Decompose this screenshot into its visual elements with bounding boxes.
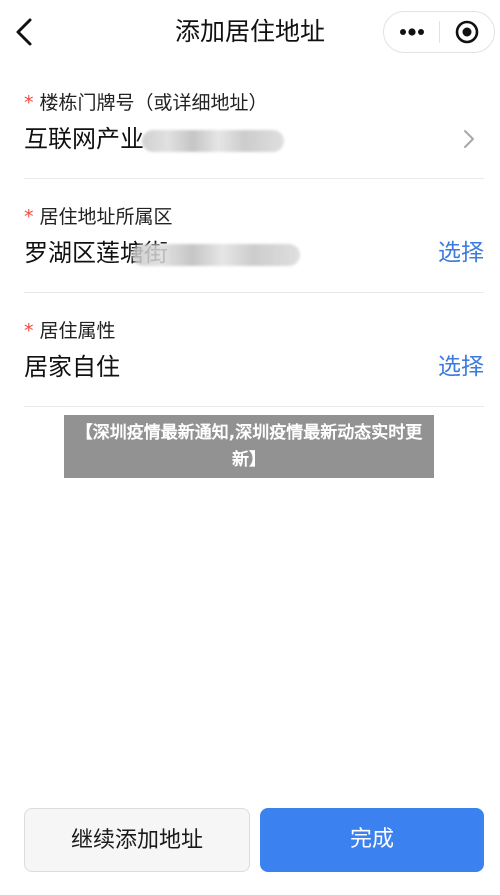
done-button[interactable]: 完成: [260, 808, 484, 872]
residence-type-value: 居家自住: [24, 353, 120, 381]
divider: [24, 406, 484, 407]
more-dots-icon[interactable]: [395, 21, 429, 43]
address-detail-value: 互联网产业: [24, 125, 144, 153]
redacted-text: [142, 130, 284, 152]
district-field[interactable]: * 居住地址所属区 罗湖区莲塘街 选择: [24, 198, 484, 293]
target-icon[interactable]: [454, 19, 480, 45]
mini-program-capsule: [383, 11, 495, 53]
residence-type-label: * 居住属性: [24, 320, 116, 342]
address-detail-label: * 楼栋门牌号（或详细地址）: [24, 92, 268, 114]
required-mark: *: [24, 206, 34, 228]
select-district-button[interactable]: 选择: [438, 236, 484, 270]
address-detail-field[interactable]: * 楼栋门牌号（或详细地址） 互联网产业: [24, 84, 484, 179]
required-mark: *: [24, 320, 34, 342]
residence-type-field[interactable]: * 居住属性 居家自住 选择: [24, 312, 484, 407]
chevron-right-icon[interactable]: [462, 128, 476, 150]
navigation-bar: 添加居住地址: [0, 0, 500, 64]
overlay-banner: 【深圳疫情最新通知,深圳疫情最新动态实时更新】: [64, 415, 434, 478]
continue-add-address-button[interactable]: 继续添加地址: [24, 808, 250, 872]
required-mark: *: [24, 92, 34, 114]
divider: [24, 178, 484, 179]
capsule-divider: [439, 21, 440, 43]
district-label: * 居住地址所属区: [24, 206, 173, 228]
divider: [24, 292, 484, 293]
redacted-text: [132, 244, 300, 266]
select-residence-type-button[interactable]: 选择: [438, 350, 484, 384]
